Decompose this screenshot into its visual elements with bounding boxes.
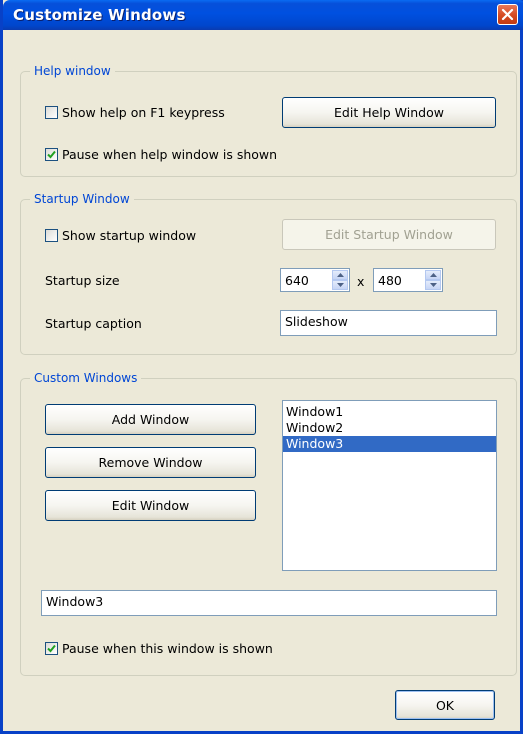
- pause-custom-window-checkbox[interactable]: Pause when this window is shown: [45, 641, 273, 656]
- pause-custom-window-label: Pause when this window is shown: [62, 641, 273, 656]
- startup-size-label: Startup size: [45, 273, 120, 288]
- show-startup-window-label: Show startup window: [62, 228, 197, 243]
- startup-height-value: 480: [378, 273, 402, 288]
- edit-window-button[interactable]: Edit Window: [45, 490, 256, 521]
- list-item-selected[interactable]: Window3: [283, 436, 496, 452]
- checkbox-checked: [45, 148, 58, 161]
- spin-down-icon[interactable]: [425, 280, 441, 290]
- ok-button[interactable]: OK: [395, 690, 495, 720]
- checkmark-icon: [47, 644, 56, 653]
- remove-window-button[interactable]: Remove Window: [45, 447, 256, 478]
- pause-help-window-checkbox[interactable]: Pause when help window is shown: [45, 147, 277, 162]
- checkbox-unchecked: [45, 106, 58, 119]
- add-window-button[interactable]: Add Window: [45, 404, 256, 435]
- spin-down-icon[interactable]: [332, 280, 348, 290]
- window-title: Customize Windows: [13, 6, 186, 24]
- list-item[interactable]: Window1: [283, 404, 496, 420]
- title-bar[interactable]: Customize Windows: [3, 0, 523, 30]
- startup-window-legend: Startup Window: [30, 191, 134, 207]
- edit-help-window-button[interactable]: Edit Help Window: [282, 97, 496, 128]
- size-times-label: x: [357, 274, 365, 289]
- edit-startup-window-button[interactable]: Edit Startup Window: [282, 219, 496, 250]
- spin-up-icon[interactable]: [425, 270, 441, 280]
- customize-windows-dialog: Customize Windows Help window Show help …: [0, 0, 523, 734]
- list-item[interactable]: Window2: [283, 420, 496, 436]
- close-icon: [501, 8, 514, 21]
- startup-height-spinner[interactable]: 480: [373, 268, 443, 292]
- checkmark-icon: [47, 150, 56, 159]
- startup-caption-label: Startup caption: [45, 316, 142, 331]
- custom-windows-legend: Custom Windows: [30, 370, 142, 386]
- pause-help-window-label: Pause when help window is shown: [62, 147, 278, 162]
- startup-caption-input[interactable]: Slideshow: [280, 310, 497, 336]
- show-startup-window-checkbox[interactable]: Show startup window: [45, 228, 196, 243]
- checkbox-unchecked: [45, 229, 58, 242]
- spin-up-icon[interactable]: [332, 270, 348, 280]
- close-button[interactable]: [497, 4, 518, 25]
- show-help-f1-label: Show help on F1 keypress: [62, 105, 225, 120]
- startup-width-spinner[interactable]: 640: [280, 268, 350, 292]
- custom-windows-list[interactable]: Window1 Window2 Window3: [282, 400, 497, 571]
- show-help-f1-checkbox[interactable]: Show help on F1 keypress: [45, 105, 225, 120]
- checkbox-checked: [45, 642, 58, 655]
- window-name-input[interactable]: Window3: [41, 590, 497, 616]
- startup-width-value: 640: [285, 273, 309, 288]
- help-window-legend: Help window: [30, 63, 115, 79]
